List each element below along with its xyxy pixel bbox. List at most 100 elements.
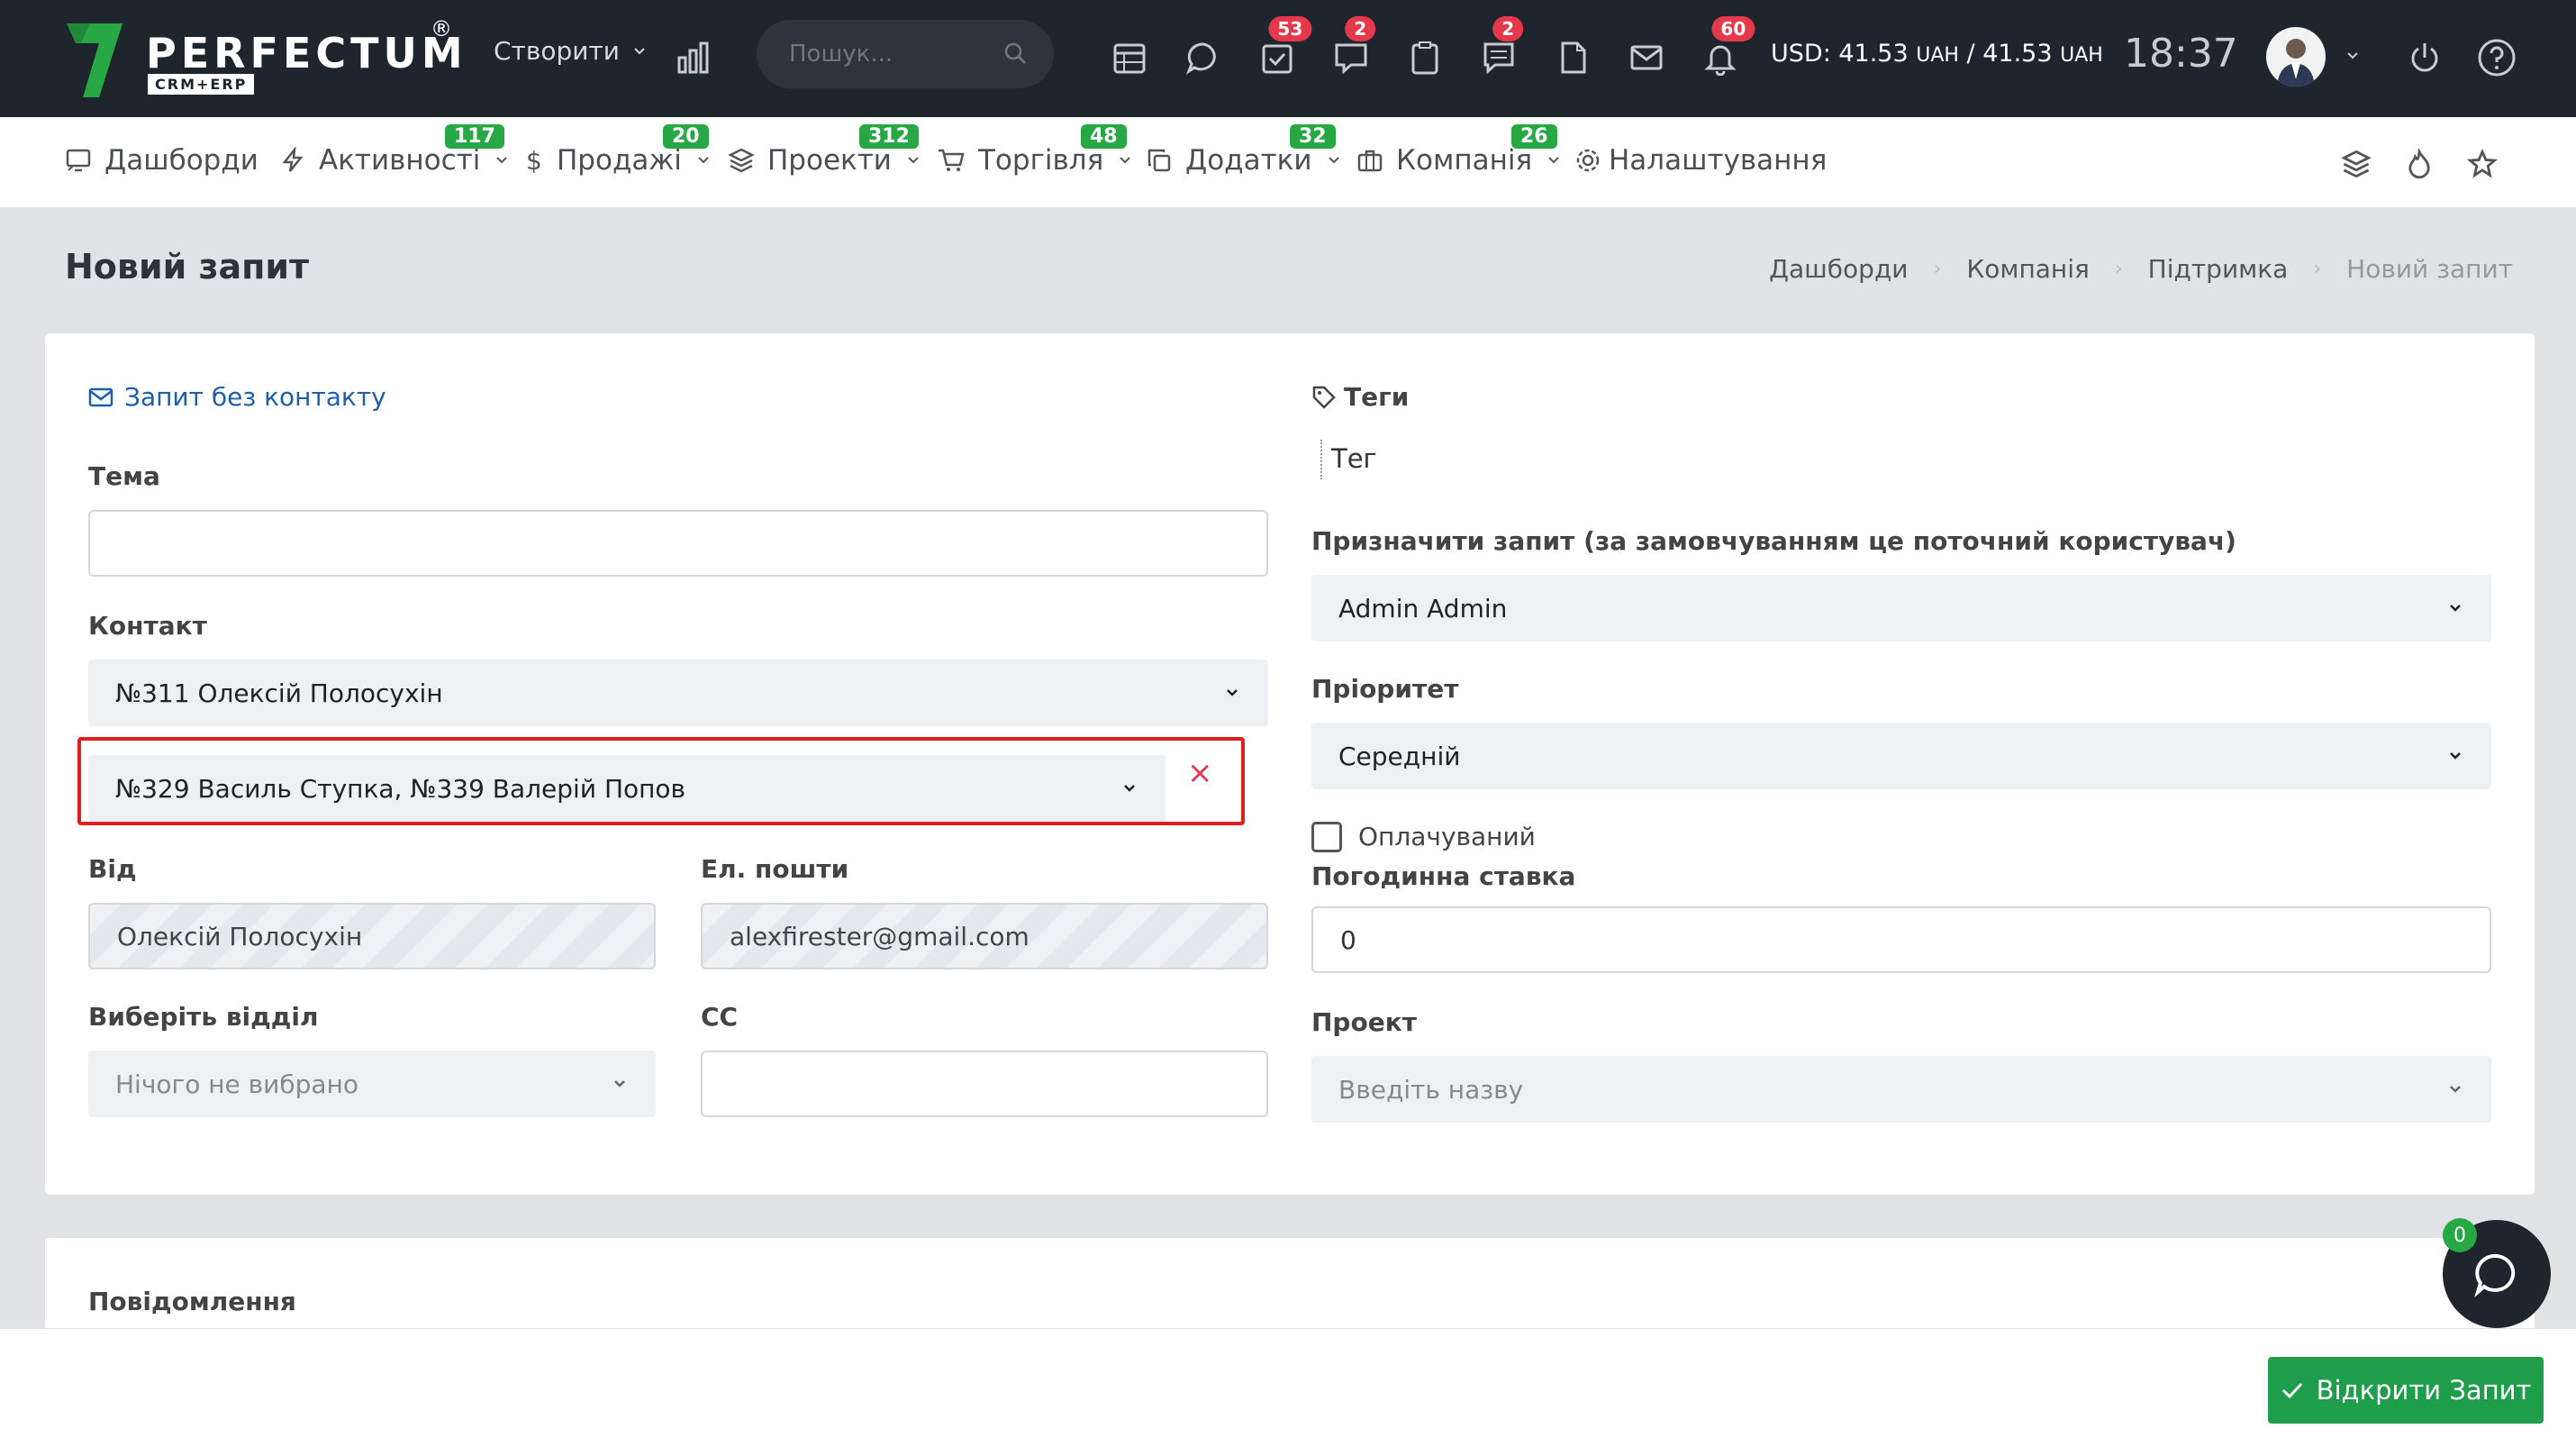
cart-icon [939,149,965,171]
tags-label: Теги [1344,382,1410,412]
chevron-down-icon [1548,157,1559,164]
nav-label: Активності [319,144,481,177]
assign-select[interactable]: Admin Admin [1311,575,2491,642]
open-ticket-label: Відкрити Запит [2316,1375,2532,1406]
department-value: Нічого не вибрано [115,1069,359,1099]
bell-icon[interactable]: 60 [1697,16,1755,81]
notes-badge: 2 [1492,16,1524,41]
chevron-down-icon [698,157,709,164]
hourly-rate-label: Погодинна ставка [1311,861,1576,891]
nav-label: Дашборди [104,144,259,177]
clipboard-icon[interactable] [1401,34,1448,81]
subject-label: Тема [88,461,160,491]
search-input[interactable] [789,41,996,68]
clock: 18:37 [2124,31,2238,77]
user-avatar[interactable] [2266,27,2326,86]
project-label: Проект [1311,1007,1417,1037]
notifications-badge: 60 [1711,16,1755,41]
chat-bubble-icon[interactable] [1180,34,1227,81]
project-select[interactable]: Введіть назву [1311,1056,2491,1123]
no-contact-label: Запит без контакту [124,382,386,412]
main-navigation: Дашборди Активності 117 $ Продажі 20 Про… [0,117,2576,207]
nav-item-company[interactable]: Компанія 26 [1356,124,1563,177]
nav-label: Додатки [1185,144,1312,177]
nav-badge: 312 [859,124,919,149]
search-box[interactable] [757,20,1054,88]
mail-icon[interactable] [1623,34,1670,81]
star-icon[interactable] [2463,144,2502,184]
messages-icon[interactable]: 2 [1328,16,1376,81]
statistics-icon[interactable] [670,34,717,81]
message-label: Повідомлення [88,1287,296,1316]
nav-label: Продажі [557,144,682,177]
chat-badge: 0 [2443,1218,2477,1252]
power-icon[interactable] [2401,34,2448,81]
svg-text:$: $ [526,147,542,174]
priority-select[interactable]: Середній [1311,723,2491,789]
chevron-down-icon [496,157,508,164]
breadcrumb-separator-icon: › [1933,258,1942,280]
notes-icon[interactable]: 2 [1475,16,1524,81]
priority-value: Середній [1338,741,1461,771]
search-icon[interactable] [1003,41,1027,65]
nav-item-sales[interactable]: $ Продажі 20 [522,124,712,177]
from-field: Олексій Полосухін [88,903,656,969]
chevron-down-icon [908,157,919,164]
tag-input[interactable]: Тег [1331,443,1377,474]
dollar-icon: $ [526,147,542,174]
create-label: Створити [494,36,620,66]
project-placeholder: Введіть назву [1338,1074,1524,1105]
breadcrumb-item[interactable]: Компанія [1966,254,2090,284]
from-label: Від [88,854,137,884]
nav-badge: 117 [445,124,504,149]
create-menu-button[interactable]: Створити [494,36,649,66]
hourly-rate-input[interactable] [1311,906,2491,973]
layers-icon [728,148,755,173]
no-contact-link[interactable]: Запит без контакту [88,382,386,412]
nav-item-trade[interactable]: Торгівля 48 [937,124,1134,177]
messages-badge: 2 [1345,16,1376,41]
chevron-down-icon [1328,157,1339,164]
subject-input[interactable] [88,510,1268,577]
layers-icon[interactable] [2336,144,2376,184]
breadcrumb-item[interactable]: Підтримка [2148,254,2289,284]
currency-rate: USD: 41.53 UAH / 41.53 UAH [1771,40,2103,68]
currency-usd: USD: 41.53 [1771,40,1909,68]
cc-label: CC [701,1002,739,1032]
breadcrumb-item[interactable]: Дашборди [1769,254,1908,284]
logo-subtitle: CRM+ERP [148,74,255,95]
top-bar: PERFECTUM ® CRM+ERP Створити 53 2 2 [0,0,2576,117]
contact-select[interactable]: №311 Олексій Полосухін [88,660,1268,726]
nav-item-activities[interactable]: Активності 117 [279,124,511,177]
billable-checkbox[interactable] [1311,822,1342,852]
user-menu-chevron-icon[interactable] [2344,47,2362,65]
cc-input[interactable] [701,1051,1268,1117]
open-ticket-button[interactable]: Відкрити Запит [2268,1357,2544,1424]
calendar-icon[interactable] [1106,34,1153,81]
currency-unit-2: UAH [2060,44,2103,67]
department-select[interactable]: Нічого не вибрано [88,1051,656,1117]
additional-contacts-select[interactable]: №329 Василь Ступка, №339 Валерій Попов [88,755,1166,822]
nav-item-addons[interactable]: Додатки 32 [1146,124,1343,177]
lightning-icon [282,147,304,172]
email-label: Ел. пошти [701,854,849,884]
nav-badge: 20 [663,124,709,149]
chevron-down-icon [614,1080,625,1088]
email-value: alexfirester@gmail.com [730,921,1029,951]
chevron-down-icon [1120,157,1130,164]
remove-contacts-close-icon[interactable]: × [1187,755,1213,791]
nav-item-projects[interactable]: Проекти 312 [728,124,922,177]
help-icon[interactable] [2473,34,2520,81]
breadcrumb-separator-icon: › [2313,258,2322,280]
fire-icon[interactable] [2399,144,2439,184]
monitor-icon [66,149,91,172]
nav-item-dashboards[interactable]: Дашборди [65,144,259,177]
copy-icon [1147,149,1171,172]
chevron-down-icon [1124,785,1135,792]
tasks-icon[interactable]: 53 [1254,16,1312,81]
additional-contacts-value: №329 Василь Ступка, №339 Валерій Попов [115,773,686,804]
document-icon[interactable] [1549,34,1596,81]
nav-item-settings[interactable]: Налаштування [1574,144,1827,177]
department-label: Виберіть відділ [88,1002,319,1032]
logo[interactable]: PERFECTUM ® CRM+ERP [63,16,463,103]
